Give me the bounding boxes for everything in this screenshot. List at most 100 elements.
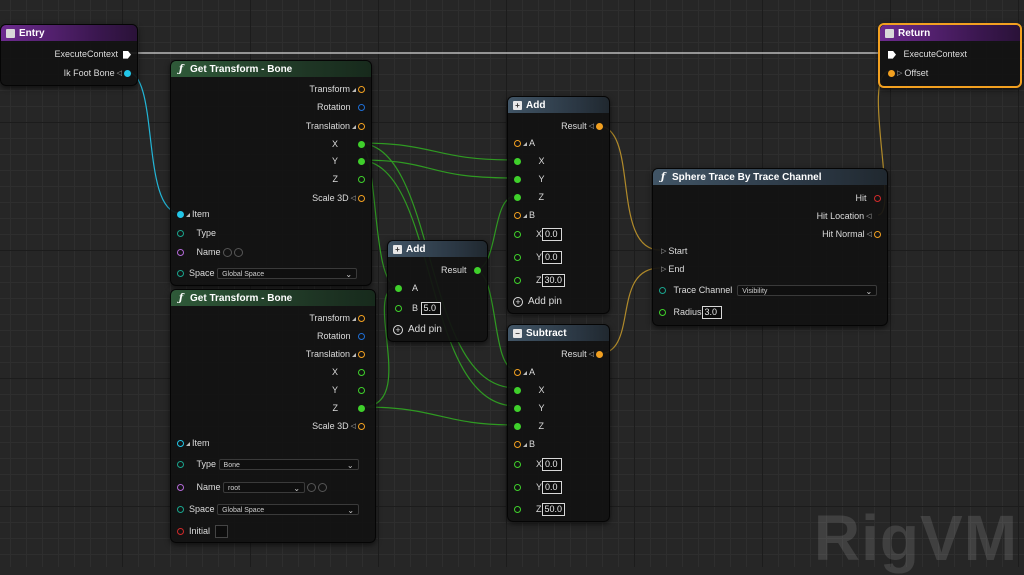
hit-normal-pin[interactable] <box>874 231 881 239</box>
b-x-input[interactable]: 0.0 <box>542 228 563 242</box>
node-header: ƒ Get Transform - Bone <box>171 61 371 77</box>
b-value-input[interactable]: 5.0 <box>420 302 441 316</box>
radius-pin[interactable] <box>659 309 666 317</box>
y-pin[interactable] <box>358 158 365 166</box>
translation-pin[interactable] <box>358 351 365 359</box>
b-z-pin[interactable] <box>514 277 521 285</box>
space-pin[interactable] <box>177 270 184 278</box>
expand-icon[interactable] <box>523 442 527 447</box>
sphere-trace-node[interactable]: ƒ Sphere Trace By Trace Channel Hit Hit L… <box>652 168 888 326</box>
expand-icon[interactable] <box>352 87 356 92</box>
result-pin[interactable] <box>474 267 481 275</box>
initial-pin[interactable] <box>177 528 184 536</box>
b-y-pin[interactable] <box>514 484 521 492</box>
b-z-input[interactable]: 50.0 <box>541 503 566 517</box>
expand-icon[interactable] <box>186 441 190 446</box>
scale-pin[interactable] <box>358 195 365 203</box>
space-label: Space <box>189 504 215 514</box>
a-pin[interactable] <box>514 140 521 148</box>
exec-out-pin[interactable] <box>123 50 131 59</box>
expand-icon[interactable] <box>186 212 190 217</box>
name-pin[interactable] <box>177 484 184 492</box>
rotation-pin[interactable] <box>358 104 365 112</box>
add-icon[interactable] <box>222 248 232 258</box>
b-x-input[interactable]: 0.0 <box>542 458 563 472</box>
b-y-pin[interactable] <box>514 254 521 262</box>
a-y-pin[interactable] <box>514 405 521 413</box>
expand-icon[interactable] <box>352 352 356 357</box>
add-float-node[interactable]: + Add Result A B 5.0 + Add pin <box>387 240 488 342</box>
search-icon[interactable] <box>318 483 328 493</box>
add-pin-button[interactable]: Add pin <box>408 324 442 335</box>
expand-arrow-icon[interactable]: ▷ <box>661 246 666 258</box>
a-pin[interactable] <box>514 369 521 377</box>
x-pin[interactable] <box>358 141 365 149</box>
rotation-pin[interactable] <box>358 333 365 341</box>
add-icon[interactable] <box>307 483 317 493</box>
expand-icon[interactable] <box>352 316 356 321</box>
b-y-input[interactable]: 0.0 <box>542 481 563 495</box>
a-y-pin[interactable] <box>514 176 521 184</box>
item-pin[interactable] <box>177 440 184 448</box>
result-pin[interactable] <box>596 351 603 359</box>
b-pin[interactable] <box>514 441 521 449</box>
add-pin-button[interactable]: Add pin <box>528 296 562 307</box>
ik-foot-bone-pin[interactable] <box>124 70 131 78</box>
get-transform-bone-node-1[interactable]: ƒ Get Transform - Bone Transform Rotation… <box>170 60 372 286</box>
expand-arrow-icon[interactable]: ▷ <box>661 264 666 276</box>
trace-channel-dropdown[interactable]: Visibility ⌄ <box>737 285 878 297</box>
add-pin-icon[interactable]: + <box>393 324 403 335</box>
y-pin[interactable] <box>358 387 365 395</box>
exec-in-pin[interactable] <box>888 50 896 59</box>
expand-icon[interactable] <box>352 124 356 129</box>
name-pin[interactable] <box>177 249 184 257</box>
a-z-pin[interactable] <box>514 423 521 431</box>
node-header: ƒ Sphere Trace By Trace Channel <box>653 169 887 185</box>
b-x-pin[interactable] <box>514 231 521 239</box>
name-dropdown[interactable]: root ⌄ <box>223 482 306 494</box>
a-z-pin[interactable] <box>514 194 521 202</box>
result-pin[interactable] <box>596 123 603 131</box>
type-dropdown[interactable]: Bone ⌄ <box>218 459 359 471</box>
search-icon[interactable] <box>233 248 243 258</box>
b-x-pin[interactable] <box>514 461 521 469</box>
a-x-pin[interactable] <box>514 387 521 395</box>
scale-pin[interactable] <box>358 423 365 431</box>
item-pin[interactable] <box>177 211 184 219</box>
a-x-pin[interactable] <box>514 158 521 166</box>
add-vector-node[interactable]: + Add Result ◁ A X Y Z B X 0.0 Y 0.0 Z 30.0 +… <box>507 96 610 314</box>
arrow-icon: ◁ <box>350 194 356 202</box>
add-pin-icon[interactable]: + <box>513 296 523 307</box>
initial-checkbox[interactable] <box>215 525 229 539</box>
space-value: Global Space <box>222 271 265 279</box>
translation-pin[interactable] <box>358 123 365 131</box>
expand-icon[interactable] <box>523 370 527 375</box>
z-pin[interactable] <box>358 176 365 184</box>
space-pin[interactable] <box>177 506 184 514</box>
type-pin[interactable] <box>177 230 184 238</box>
type-pin[interactable] <box>177 461 184 469</box>
b-pin[interactable] <box>514 212 521 220</box>
b-pin[interactable] <box>395 305 402 313</box>
b-z-pin[interactable] <box>514 506 521 514</box>
z-pin[interactable] <box>358 405 365 413</box>
chevron-down-icon: ⌄ <box>865 287 873 297</box>
hit-pin[interactable] <box>874 195 881 203</box>
a-pin[interactable] <box>395 285 402 293</box>
b-z-input[interactable]: 30.0 <box>541 274 566 288</box>
radius-input[interactable]: 3.0 <box>701 306 722 320</box>
transform-pin[interactable] <box>358 86 365 94</box>
transform-pin[interactable] <box>358 315 365 323</box>
expand-icon[interactable] <box>523 213 527 218</box>
x-pin[interactable] <box>358 369 365 377</box>
trace-channel-pin[interactable] <box>659 287 666 295</box>
return-node[interactable]: Return ExecuteContext ▷ Offset <box>878 23 1022 88</box>
entry-node[interactable]: Entry ExecuteContext Ik Foot Bone ◁ <box>0 24 138 86</box>
subtract-node[interactable]: − Subtract Result ◁ A X Y Z B X 0.0 Y 0.0 Z5… <box>507 324 610 522</box>
space-dropdown[interactable]: Global Space ⌄ <box>217 504 360 516</box>
b-y-input[interactable]: 0.0 <box>542 251 563 265</box>
get-transform-bone-node-2[interactable]: ƒ Get Transform - Bone Transform Rotation… <box>170 289 376 543</box>
space-dropdown[interactable]: Global Space ⌄ <box>217 268 358 280</box>
offset-pin[interactable] <box>888 70 895 78</box>
expand-icon[interactable] <box>523 141 527 146</box>
